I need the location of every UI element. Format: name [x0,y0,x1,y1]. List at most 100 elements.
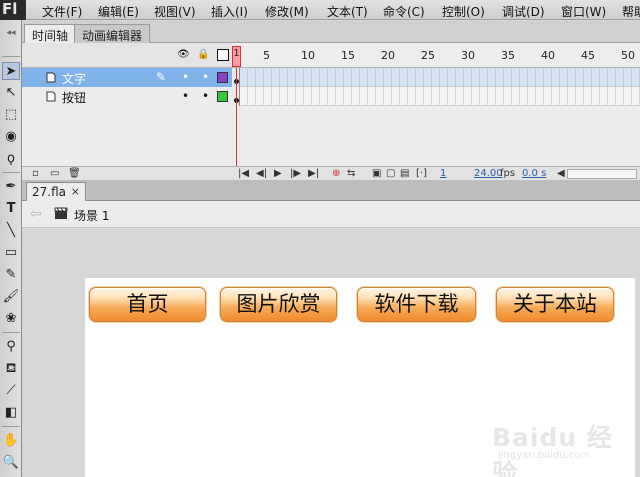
frame-row[interactable] [232,68,640,87]
pencil-tool-icon[interactable]: ✎ [2,266,20,284]
paint-bucket-tool-icon[interactable]: ⛾ [2,360,20,378]
outline-icon[interactable] [217,49,229,61]
rectangle-tool-icon[interactable]: ▭ [2,244,20,262]
nav-button-gallery[interactable]: 图片欣赏 [220,287,337,322]
zoom-tool-icon[interactable]: 🔍 [2,454,20,472]
edit-multiple-icon[interactable]: ▤ [400,168,409,179]
layer-row-button[interactable]: 按钮 • • [22,87,232,106]
menu-debug[interactable]: 调试(D) [502,3,545,20]
ruler-number: 30 [461,49,475,62]
watermark-text: Baidu 经验 [492,423,613,477]
nav-button-downloads[interactable]: 软件下载 [357,287,476,322]
last-frame-icon[interactable]: ▶| [308,168,319,179]
onion-outline-icon[interactable]: ▢ [386,168,395,179]
layer-page-icon [46,91,56,102]
3d-rotation-tool-icon[interactable]: ◉ [2,128,20,146]
timeline-panel: 👁 🔒 文字 ✎ • • 按钮 • • 1 5 10 15 20 25 30 3… [22,43,640,180]
modify-markers-icon[interactable]: [·] [416,168,427,179]
text-tool-icon[interactable]: T [2,200,20,218]
lock-icon[interactable]: 🔒 [197,49,209,61]
divider [2,56,20,57]
menu-control[interactable]: 控制(O) [442,3,485,20]
eyedropper-tool-icon[interactable]: ⟋ [2,382,20,400]
nav-button-home[interactable]: 首页 [89,287,206,322]
subselection-tool-icon[interactable]: ↖ [2,84,20,102]
document-tab-bar: 27.fla × [22,180,640,201]
frames-empty-area [232,106,640,166]
menu-edit[interactable]: 编辑(E) [98,3,139,20]
scene-label[interactable]: 场景 1 [74,207,109,224]
watermark-url: jingyan.baidu.com [498,450,591,461]
deco-tool-icon[interactable]: ❀ [2,310,20,328]
elapsed-time[interactable]: 0.0 s [522,168,546,179]
delete-layer-icon[interactable]: 🗑 [68,168,81,179]
scroll-left-icon[interactable]: ◀ [557,168,565,179]
panel-grip-icon: ◂◂ [6,28,16,38]
onion-skin-icon[interactable]: ▣ [372,168,381,179]
visible-dot-icon[interactable]: • [182,89,189,103]
menu-commands[interactable]: 命令(C) [383,3,425,20]
loop-icon[interactable]: ⇆ [347,168,355,179]
menu-window[interactable]: 窗口(W) [561,3,606,20]
pen-tool-icon[interactable]: ✒ [2,178,20,196]
timeline-h-scrollbar[interactable] [567,169,637,179]
ruler-number: 35 [501,49,515,62]
menu-insert[interactable]: 插入(I) [211,3,248,20]
center-frame-icon[interactable]: ⊕ [332,168,340,179]
tools-panel: ◂◂ ➤ ↖ ⬚ ◉ ϙ ✒ T ╲ ▭ ✎ 🖌 ❀ ⚲ ⛾ ⟋ ◧ ✋ 🔍 [0,20,22,477]
ruler-number: 45 [581,49,595,62]
back-arrow-icon[interactable]: ⇦ [30,206,42,222]
menu-modify[interactable]: 修改(M) [265,3,309,20]
selection-tool-icon[interactable]: ➤ [2,62,20,80]
eye-icon[interactable]: 👁 [177,49,190,61]
layer-color-swatch[interactable] [217,91,228,102]
document-tab-label: 27.fla [32,185,66,199]
frame-ruler[interactable]: 1 5 10 15 20 25 30 35 40 45 50 [232,43,640,68]
fps-unit: fps [500,168,516,179]
layer-color-swatch[interactable] [217,72,228,83]
playhead[interactable]: 1 [232,46,241,67]
free-transform-tool-icon[interactable]: ⬚ [2,106,20,124]
tab-motion-editor[interactable]: 动画编辑器 [74,24,151,43]
playhead-line [236,68,237,166]
current-frame[interactable]: 1 [440,168,446,179]
layers-empty-area [22,106,232,166]
eraser-tool-icon[interactable]: ◧ [2,404,20,422]
step-back-icon[interactable]: ◀| [256,168,267,179]
ruler-number: 5 [263,49,270,62]
document-tab[interactable]: 27.fla × [26,182,86,201]
ruler-number: 25 [421,49,435,62]
divider [2,332,20,333]
ruler-number: 10 [301,49,315,62]
menu-text[interactable]: 文本(T) [327,3,368,20]
play-icon[interactable]: ▶ [274,168,282,179]
layer-name: 按钮 [62,91,87,105]
clapperboard-icon [54,207,68,219]
nav-button-about[interactable]: 关于本站 [496,287,614,322]
first-frame-icon[interactable]: |◀ [238,168,249,179]
lock-dot-icon[interactable]: • [202,89,209,103]
menu-file[interactable]: 文件(F) [42,3,82,20]
lock-dot-icon[interactable]: • [202,70,209,84]
layer-name: 文字 [62,72,87,86]
brush-tool-icon[interactable]: 🖌 [2,288,20,306]
line-tool-icon[interactable]: ╲ [2,222,20,240]
frame-rate[interactable]: 24.00 [474,168,503,179]
layer-row-text[interactable]: 文字 ✎ • • [22,68,232,87]
edit-bar: ⇦ 场景 1 [22,201,640,228]
close-icon[interactable]: × [71,185,80,198]
bone-tool-icon[interactable]: ⚲ [2,338,20,356]
tab-timeline[interactable]: 时间轴 [24,24,77,43]
step-forward-icon[interactable]: |▶ [290,168,301,179]
new-layer-icon[interactable]: ▫ [32,168,39,179]
menu-view[interactable]: 视图(V) [154,3,196,20]
flash-logo: Fl [0,0,26,20]
frame-grid[interactable] [232,68,640,108]
menu-help[interactable]: 帮助 [622,3,640,20]
divider [2,172,20,173]
hand-tool-icon[interactable]: ✋ [2,432,20,450]
visible-dot-icon[interactable]: • [182,70,189,84]
lasso-tool-icon[interactable]: ϙ [2,150,20,168]
frame-row[interactable] [232,87,640,106]
new-folder-icon[interactable]: ▭ [50,168,59,179]
